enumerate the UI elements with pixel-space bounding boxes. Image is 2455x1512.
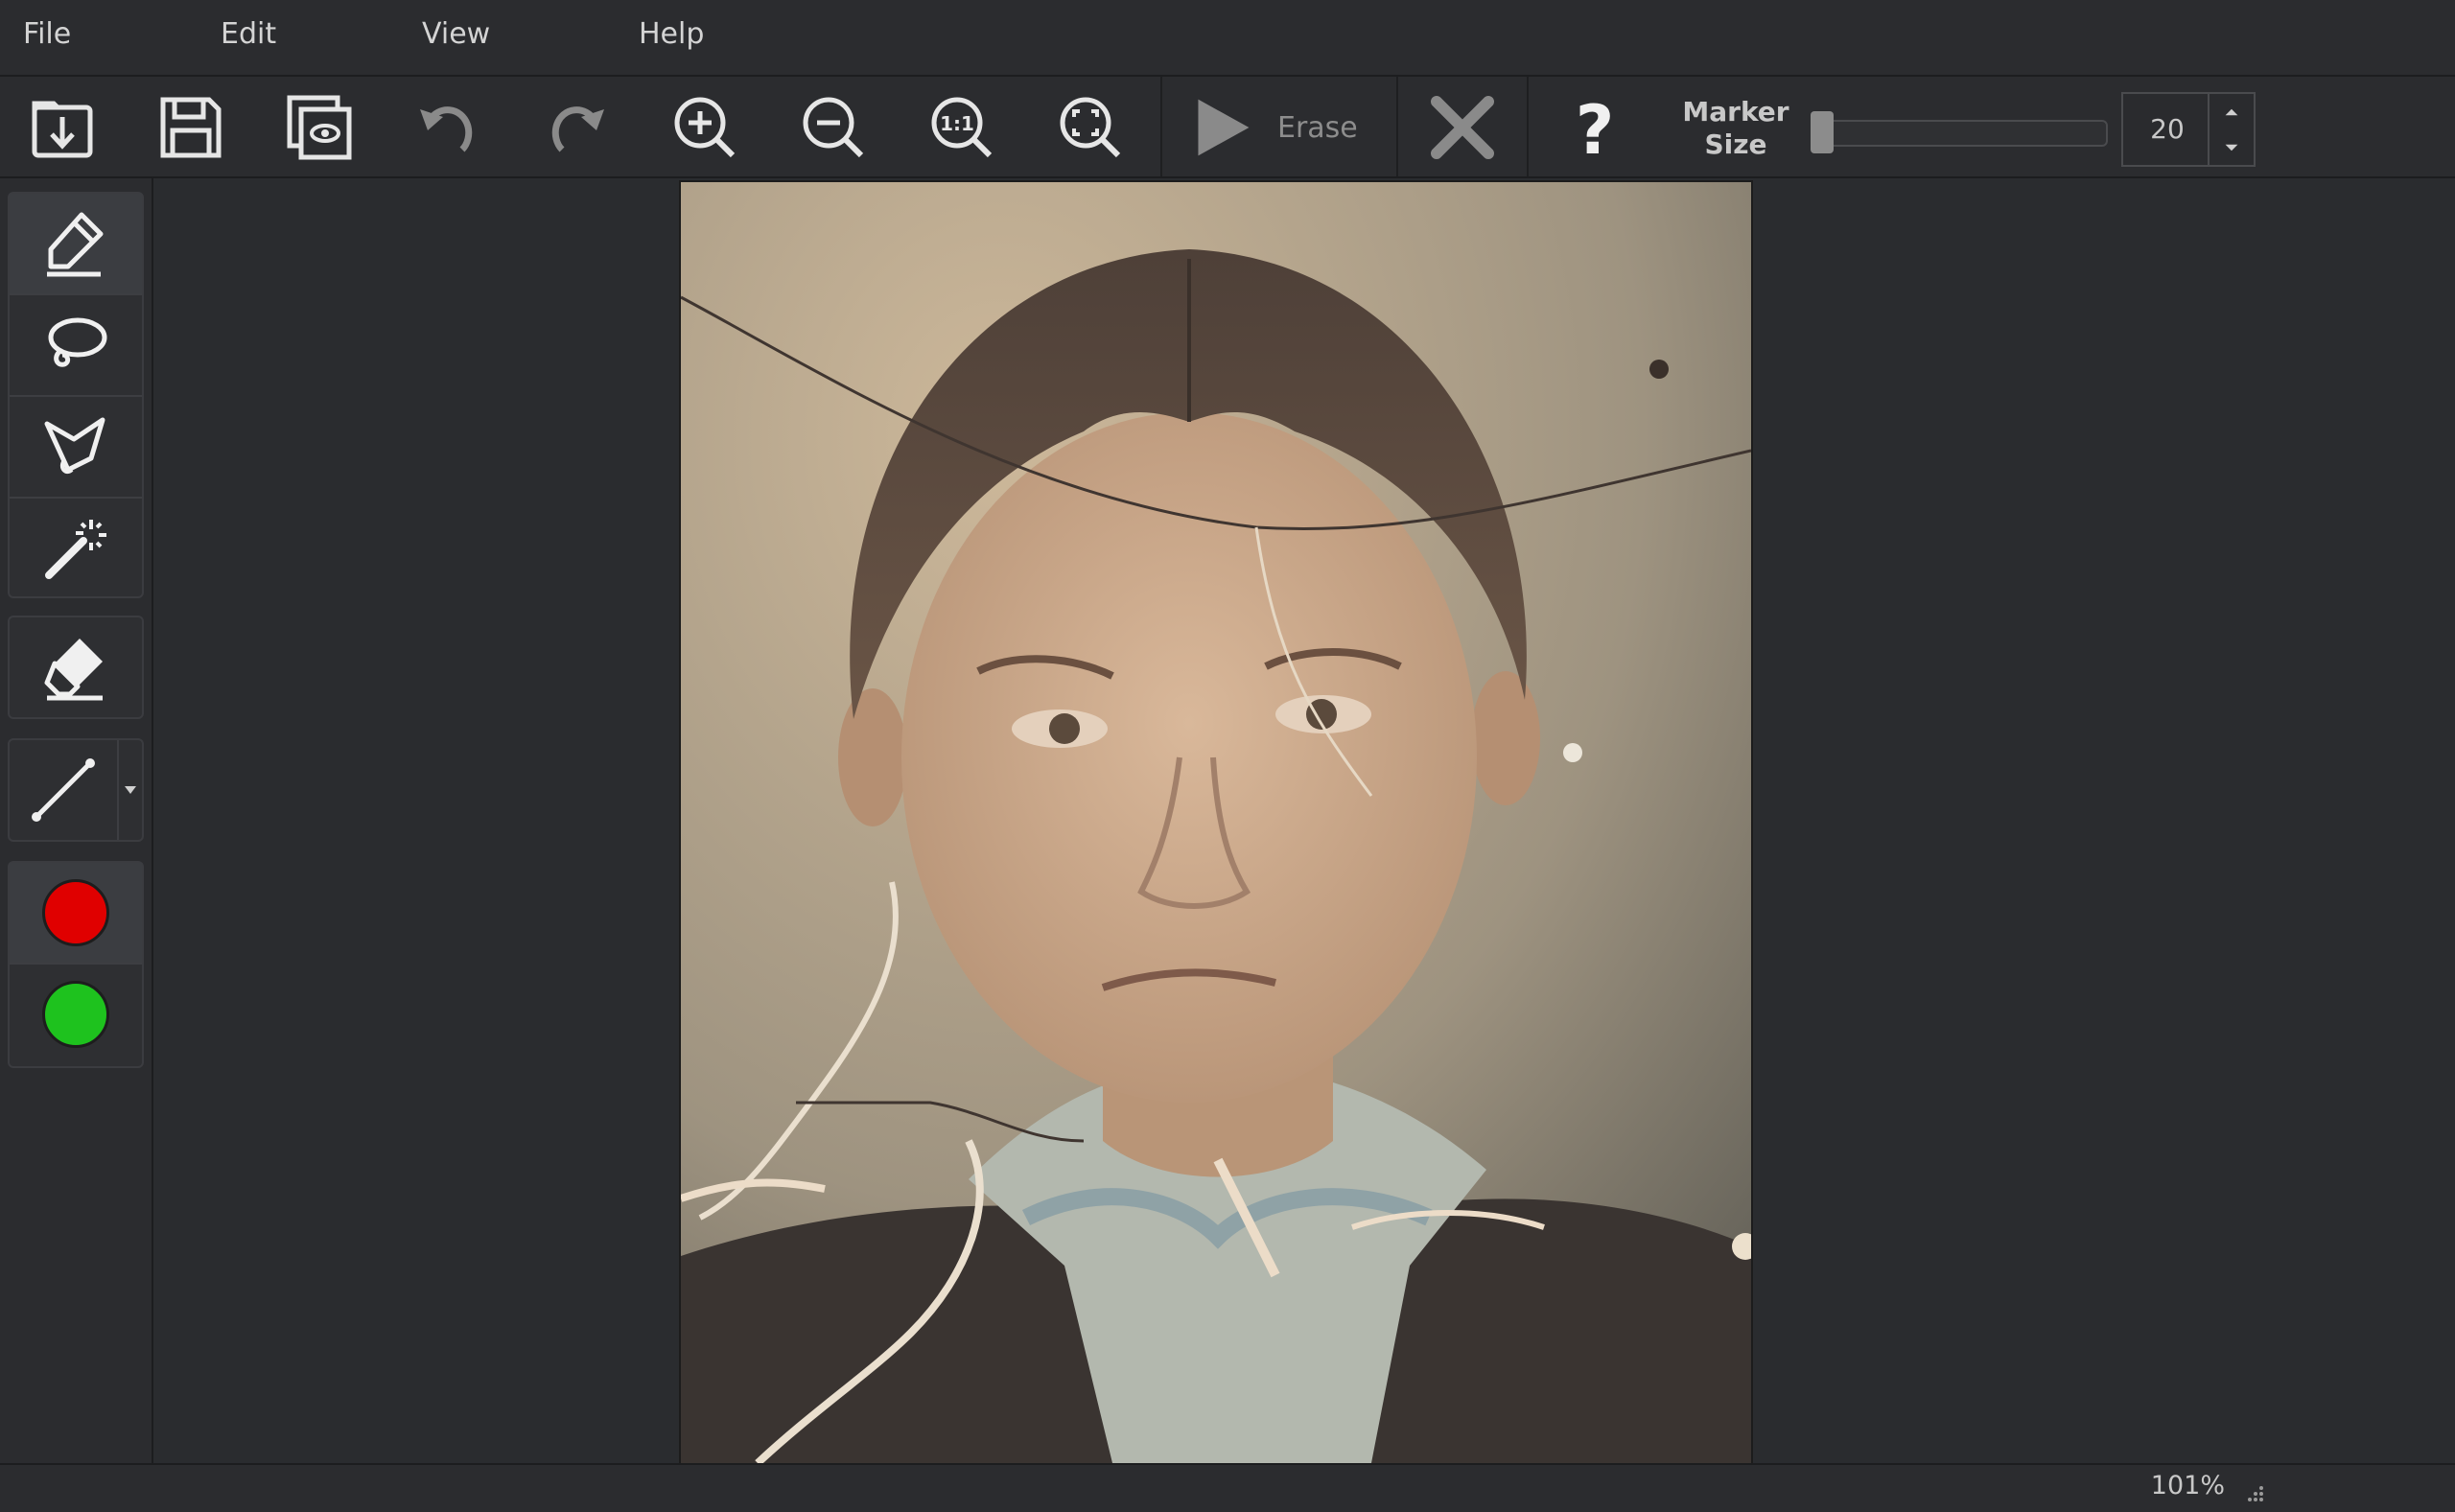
marker-icon [47, 212, 104, 277]
photo-canvas[interactable] [679, 180, 1753, 1465]
save-button[interactable] [150, 86, 232, 169]
line-tool-group [8, 738, 144, 842]
spin-up-button[interactable] [2208, 94, 2254, 129]
marker-tool-button[interactable] [10, 194, 142, 293]
green-marker-button[interactable] [10, 965, 142, 1064]
magic-wand-icon [45, 520, 106, 579]
menu-help[interactable]: Help [629, 0, 713, 69]
open-icon [32, 101, 93, 158]
marker-size-label: Marker Size [1669, 96, 1803, 161]
chevron-down-icon [2225, 144, 2238, 151]
preview-button[interactable] [278, 86, 361, 169]
svg-text:1:1: 1:1 [940, 112, 974, 135]
red-marker-swatch [42, 879, 109, 946]
polygon-lasso-icon [44, 417, 105, 475]
chevron-down-icon [125, 786, 136, 794]
tool-panel [0, 178, 153, 1463]
cancel-button[interactable] [1421, 86, 1504, 169]
menu-edit[interactable]: Edit [211, 0, 286, 69]
lasso-icon [48, 317, 107, 367]
red-marker-button[interactable] [10, 863, 142, 963]
menu-bar: File Edit View Help [0, 0, 2455, 77]
undo-icon [420, 106, 473, 152]
marker-size-slider[interactable] [1811, 120, 2108, 147]
selection-tools-group [8, 192, 144, 598]
open-button[interactable] [21, 86, 104, 169]
toolbar-separator [1160, 77, 1162, 176]
zoom-actual-icon: 1:1 [931, 97, 993, 158]
erase-button[interactable]: Erase [1189, 86, 1381, 169]
help-button[interactable]: ? [1554, 86, 1636, 169]
status-bar: 101% [0, 1463, 2455, 1512]
line-tool-dropdown[interactable] [119, 740, 142, 840]
undo-button[interactable] [407, 86, 489, 169]
cancel-icon [1431, 96, 1494, 159]
toolbar-separator [1527, 77, 1529, 176]
marker-size-slider-thumb[interactable] [1810, 111, 1834, 153]
green-marker-swatch [42, 981, 109, 1048]
erase-label: Erase [1277, 110, 1358, 145]
zoom-fit-button[interactable] [1049, 86, 1132, 169]
marker-size-spinbox[interactable]: 20 [2121, 92, 2256, 167]
toolbar-separator [1396, 77, 1398, 176]
spin-down-button[interactable] [2208, 129, 2254, 165]
toolbar: 1:1 Erase ? Marker Size 20 [0, 77, 2455, 178]
chevron-up-icon [2225, 108, 2238, 115]
zoom-out-button[interactable] [792, 86, 875, 169]
line-icon [32, 758, 95, 822]
zoom-in-button[interactable] [664, 86, 746, 169]
line-tool-button[interactable] [10, 740, 117, 840]
play-icon [1198, 99, 1250, 156]
eraser-tool-button[interactable] [10, 617, 142, 717]
help-icon: ? [1576, 92, 1615, 163]
menu-file[interactable]: File [13, 0, 81, 69]
svg-text:?: ? [1576, 92, 1615, 163]
menu-view[interactable]: View [412, 0, 500, 69]
zoom-in-icon [674, 97, 736, 158]
zoom-actual-size-button[interactable]: 1:1 [921, 86, 1003, 169]
eraser-icon [44, 639, 103, 701]
eraser-group [8, 616, 144, 719]
portrait-photo [681, 182, 1751, 1463]
marker-size-label-line1: Marker [1682, 96, 1789, 128]
marker-size-label-line2: Size [1704, 128, 1767, 160]
preview-icon [287, 95, 352, 160]
magic-wand-tool-button[interactable] [10, 499, 142, 598]
zoom-level: 101% [2150, 1471, 2225, 1500]
lasso-tool-button[interactable] [10, 295, 142, 395]
polygon-lasso-tool-button[interactable] [10, 397, 142, 497]
save-icon [160, 97, 222, 158]
redo-button[interactable] [535, 86, 618, 169]
zoom-out-icon [803, 97, 864, 158]
marker-colors-group [8, 861, 144, 1068]
zoom-fit-icon [1060, 97, 1121, 158]
marker-size-value[interactable]: 20 [2133, 94, 2202, 165]
redo-icon [551, 106, 604, 152]
resize-grip-icon[interactable] [2246, 1484, 2265, 1503]
